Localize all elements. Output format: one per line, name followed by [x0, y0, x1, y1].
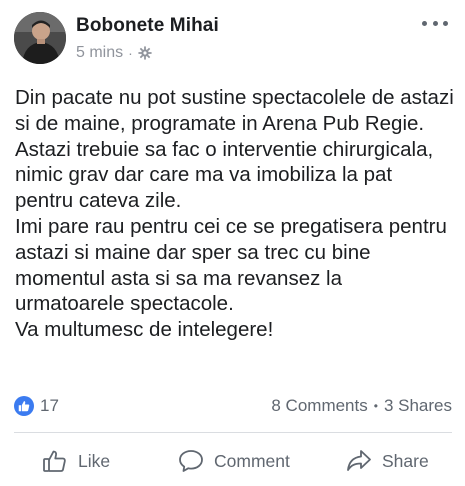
- like-button[interactable]: Like: [42, 443, 110, 479]
- thumbs-up-glyph: [18, 401, 30, 412]
- like-icon: [43, 450, 66, 472]
- gear-icon[interactable]: [138, 46, 152, 60]
- more-dot: [443, 20, 448, 26]
- share-button[interactable]: Share: [346, 443, 429, 479]
- comment-icon: [179, 450, 203, 472]
- divider: [14, 432, 452, 433]
- comment-button[interactable]: Comment: [178, 443, 290, 479]
- post-paragraph: Astazi trebuie sa fac o interventie chir…: [15, 137, 434, 213]
- share-label: Share: [382, 450, 429, 471]
- shares-count[interactable]: 3 Shares: [384, 396, 452, 416]
- post-paragraph: Din pacate nu pot sustine spectacolele d…: [15, 86, 454, 135]
- more-dot: [432, 20, 438, 26]
- more-horizontal-icon[interactable]: [422, 14, 448, 32]
- meta-separator: ·: [128, 45, 133, 61]
- post-stats: 17 8 Comments • 3 Shares: [14, 394, 452, 418]
- share-icon: [347, 450, 371, 471]
- comments-count[interactable]: 8 Comments: [271, 396, 367, 416]
- facebook-post: Bobonete Mihai 5 mins · Din pacate nu po…: [0, 0, 465, 486]
- avatar-photo: [14, 12, 66, 64]
- post-meta: 5 mins ·: [76, 44, 152, 62]
- author-name[interactable]: Bobonete Mihai: [76, 15, 219, 37]
- more-dot: [422, 20, 427, 26]
- post-paragraph: Imi pare rau pentru cei ce se pregatiser…: [15, 214, 447, 316]
- post-header: Bobonete Mihai 5 mins ·: [14, 12, 454, 68]
- like-label: Like: [78, 450, 111, 471]
- author-avatar[interactable]: [14, 12, 66, 64]
- like-reaction-icon[interactable]: [14, 396, 34, 416]
- counts-separator: •: [373, 399, 378, 413]
- reaction-count[interactable]: 17: [40, 396, 59, 416]
- comment-label: Comment: [214, 450, 290, 471]
- post-body: Din pacate nu pot sustine spectacolele d…: [15, 85, 455, 343]
- post-actions: Like Comment Share: [14, 443, 452, 479]
- engagement-counts: 8 Comments • 3 Shares: [271, 396, 452, 416]
- post-paragraph: Va multumesc de intelegere!: [15, 318, 274, 342]
- post-timestamp[interactable]: 5 mins: [76, 44, 123, 62]
